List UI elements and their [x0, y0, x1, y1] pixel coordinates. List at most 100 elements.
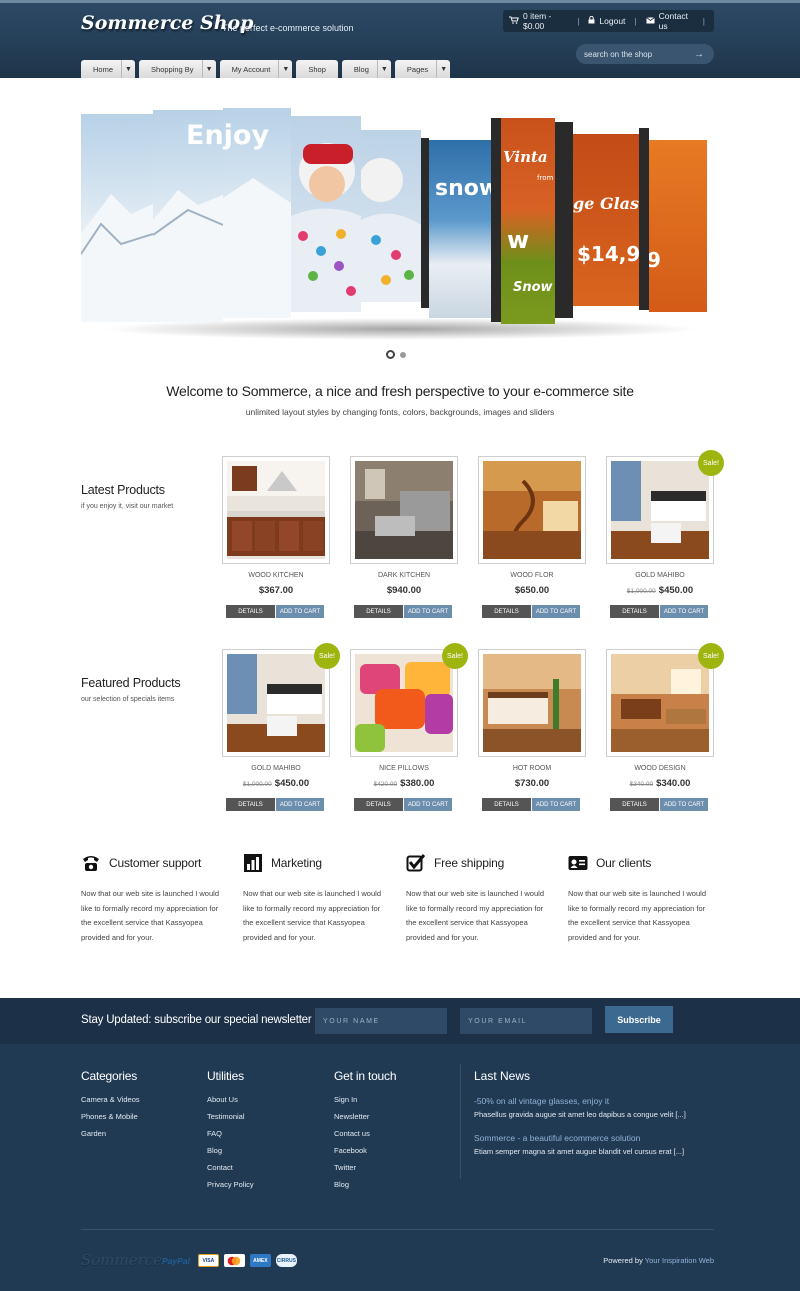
footer-link[interactable]: Phones & Mobile — [81, 1111, 140, 1128]
newsletter-name-input[interactable] — [315, 1008, 447, 1034]
chevron-down-icon[interactable]: ▼ — [278, 60, 292, 78]
product-name[interactable]: GOLD MAHIBO — [222, 765, 330, 772]
footer-link[interactable]: About Us — [207, 1094, 254, 1111]
newsletter-title: Stay Updated: subscribe our special news… — [81, 1014, 312, 1026]
search-input[interactable] — [584, 49, 694, 59]
footer-link[interactable]: Garden — [81, 1128, 140, 1145]
product-image-link[interactable] — [222, 649, 330, 757]
feature-header: Customer support — [81, 852, 231, 874]
footer-link[interactable]: Camera & Videos — [81, 1094, 140, 1111]
product-name[interactable]: GOLD MAHIBO — [606, 572, 714, 579]
footer-link-list: Camera & Videos Phones & Mobile Garden — [81, 1094, 140, 1145]
subscribe-button[interactable]: Subscribe — [605, 1006, 673, 1033]
footer-link[interactable]: Twitter — [334, 1162, 396, 1179]
product-price: $1,000.00 $450.00 — [606, 585, 714, 596]
arrow-right-icon[interactable]: → — [694, 49, 704, 60]
slide-panel — [555, 122, 573, 318]
id-card-icon — [568, 853, 588, 873]
slide-panel — [421, 138, 429, 308]
latest-products-title: Latest Products — [81, 483, 165, 497]
product-name[interactable]: DARK KITCHEN — [350, 572, 458, 579]
product-name[interactable]: WOOD FLOR — [478, 572, 586, 579]
product-name[interactable]: WOOD DESIGN — [606, 765, 714, 772]
product-name[interactable]: NICE PILLOWS — [350, 765, 458, 772]
footer-link[interactable]: Sign In — [334, 1094, 396, 1111]
feature-free-shipping: Free shipping Now that our web site is l… — [406, 852, 556, 945]
chevron-down-icon[interactable]: ▼ — [201, 60, 216, 78]
contact-link[interactable]: Contact us — [645, 11, 694, 31]
add-to-cart-button[interactable]: ADD TO CART — [532, 605, 580, 618]
add-to-cart-button[interactable]: ADD TO CART — [276, 798, 324, 811]
chevron-down-icon[interactable]: ▼ — [121, 60, 135, 78]
product-image-link[interactable] — [222, 456, 330, 564]
price-current: $450.00 — [274, 778, 310, 789]
footer-link[interactable]: FAQ — [207, 1128, 254, 1145]
slider-dot-active[interactable] — [386, 350, 395, 359]
product-image-link[interactable] — [606, 649, 714, 757]
footer-heading: Last News — [474, 1069, 531, 1083]
nav-home[interactable]: Home ▼ — [81, 60, 136, 78]
hero-slider[interactable]: Enjoy snow Vinta from w Snow ge Glas $14… — [81, 108, 714, 340]
logout-link[interactable]: Logout — [588, 15, 625, 26]
product-actions: DETAILS ADD TO CART — [226, 605, 324, 618]
nav-my-account[interactable]: My Account ▼ — [219, 60, 293, 78]
footer-link[interactable]: Blog — [334, 1179, 396, 1196]
add-to-cart-button[interactable]: ADD TO CART — [404, 798, 452, 811]
chevron-down-icon[interactable]: ▼ — [436, 60, 450, 78]
nav-shop[interactable]: Shop — [296, 60, 338, 78]
feature-header: Our clients — [568, 852, 718, 874]
news-title[interactable]: Sommerce - a beautiful ecommerce solutio… — [474, 1133, 714, 1143]
add-to-cart-button[interactable]: ADD TO CART — [532, 798, 580, 811]
product-image-link[interactable] — [478, 456, 586, 564]
details-button[interactable]: DETAILS — [482, 605, 531, 618]
product-image-link[interactable] — [606, 456, 714, 564]
product-image-link[interactable] — [478, 649, 586, 757]
feature-title: Our clients — [596, 856, 652, 870]
footer-link[interactable]: Contact us — [334, 1128, 396, 1145]
details-button[interactable]: DETAILS — [226, 798, 275, 811]
slider-dot[interactable] — [400, 351, 406, 358]
nav-shopping-by[interactable]: Shopping By ▼ — [139, 60, 216, 78]
details-button[interactable]: DETAILS — [354, 605, 403, 618]
add-to-cart-button[interactable]: ADD TO CART — [660, 605, 708, 618]
separator: | — [702, 16, 705, 26]
add-to-cart-button[interactable]: ADD TO CART — [660, 798, 708, 811]
product-actions: DETAILS ADD TO CART — [482, 605, 580, 618]
cart-link[interactable]: 0 item - $0.00 — [509, 11, 568, 31]
details-button[interactable]: DETAILS — [610, 798, 659, 811]
news-title[interactable]: -50% on all vintage glasses, enjoy it — [474, 1096, 714, 1106]
product-card: WOOD FLOR $650.00 DETAILS ADD TO CART — [478, 456, 586, 618]
nav-blog[interactable]: Blog ▼ — [341, 60, 391, 78]
footer-link[interactable]: Privacy Policy — [207, 1179, 254, 1196]
details-button[interactable]: DETAILS — [354, 798, 403, 811]
details-button[interactable]: DETAILS — [482, 798, 531, 811]
details-button[interactable]: DETAILS — [226, 605, 275, 618]
nav-pages[interactable]: Pages ▼ — [394, 60, 451, 78]
product-image-link[interactable] — [350, 456, 458, 564]
footer-link[interactable]: Blog — [207, 1145, 254, 1162]
feature-text: Now that our web site is launched I woul… — [81, 889, 219, 942]
slide-caption-enjoy: Enjoy — [186, 120, 270, 151]
amex-card-icon: AMEX — [249, 1254, 271, 1267]
details-button[interactable]: DETAILS — [610, 605, 659, 618]
news-excerpt: Etiam semper magna sit amet augue blandi… — [474, 1147, 685, 1156]
product-price: $420.00 $380.00 — [350, 778, 458, 789]
add-to-cart-button[interactable]: ADD TO CART — [404, 605, 452, 618]
product-price: $367.00 — [222, 585, 330, 596]
product-name[interactable]: HOT ROOM — [478, 765, 586, 772]
product-name[interactable]: WOOD KITCHEN — [222, 572, 330, 579]
footer-link[interactable]: Contact — [207, 1162, 254, 1179]
footer-link[interactable]: Facebook — [334, 1145, 396, 1162]
footer-link[interactable]: Testimonial — [207, 1111, 254, 1128]
powered-by-link[interactable]: Your Inspiration Web — [645, 1256, 714, 1265]
price-old: $1,000.00 — [242, 781, 272, 788]
footer-get-in-touch: Get in touch Sign In Newsletter Contact … — [334, 1069, 397, 1196]
news-excerpt: Phasellus gravida augue sit amet leo dap… — [474, 1110, 686, 1119]
add-to-cart-button[interactable]: ADD TO CART — [276, 605, 324, 618]
newsletter-email-input[interactable] — [460, 1008, 592, 1034]
product-image-link[interactable] — [350, 649, 458, 757]
product-image — [611, 461, 709, 559]
footer-link[interactable]: Newsletter — [334, 1111, 396, 1128]
welcome-title: Welcome to Sommerce, a nice and fresh pe… — [166, 383, 634, 399]
chevron-down-icon[interactable]: ▼ — [376, 60, 391, 78]
